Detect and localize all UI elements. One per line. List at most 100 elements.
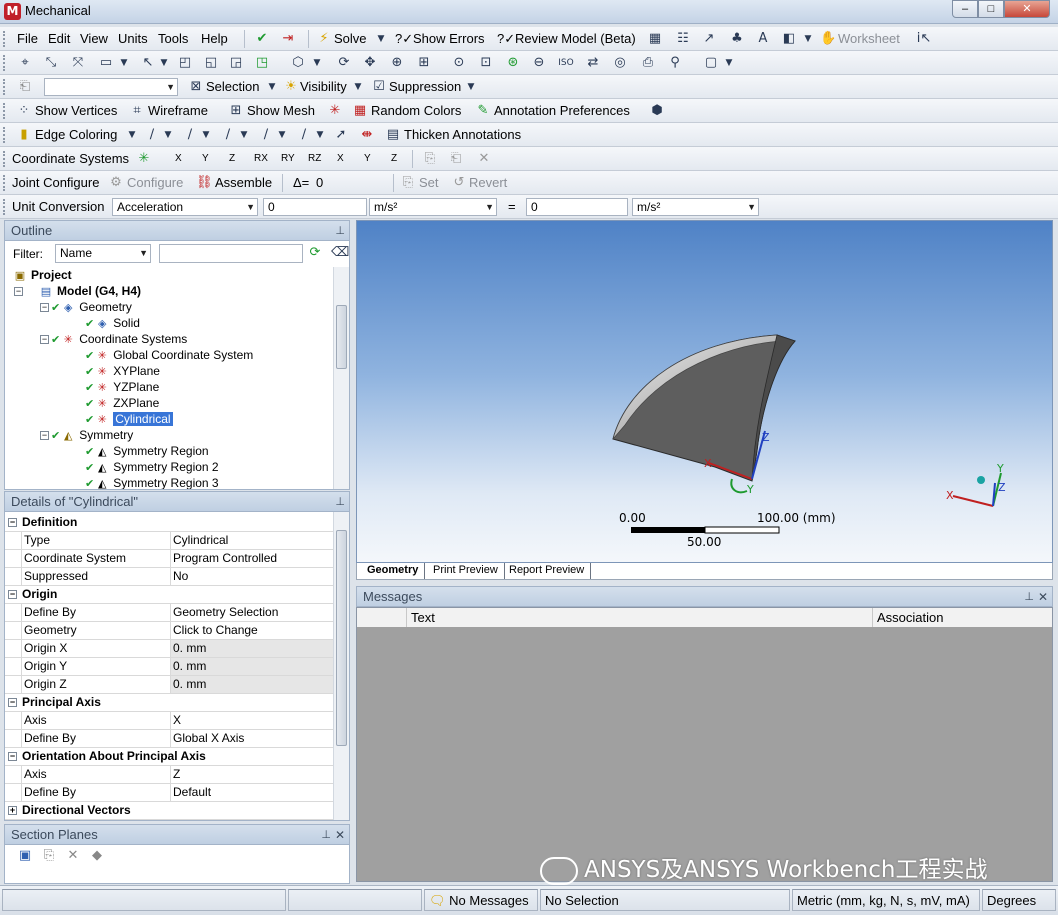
show-section-icon[interactable]: ◆ [89, 848, 105, 864]
status-messages[interactable]: 🗨 No Messages [424, 889, 538, 911]
zoom-box-icon[interactable]: ⊞ [416, 55, 432, 71]
select-mode-icon[interactable]: ▭ [98, 55, 114, 71]
select-mode-dropdown-icon[interactable]: ▼ [116, 55, 132, 71]
select-face-icon[interactable]: ◲ [228, 55, 244, 71]
cube-icon[interactable]: ⬢ [649, 103, 665, 119]
tree-yzplane[interactable]: ✔ ✳ YZPlane [85, 379, 159, 395]
select-vertex-icon[interactable]: ◰ [177, 55, 193, 71]
tree-geometry[interactable]: ✔ ◈ Geometry [51, 299, 132, 315]
column-text[interactable]: Text [411, 608, 435, 628]
tree-coordinate-systems[interactable]: ✔ ✳ Coordinate Systems [51, 331, 187, 347]
iso-view-icon[interactable]: ISO [558, 55, 574, 71]
delete-section-icon[interactable]: ✕ [65, 848, 81, 864]
update-icon[interactable]: ⇥ [280, 31, 296, 47]
value-in-input[interactable]: 0 [263, 198, 367, 216]
flip-z-button[interactable]: Z [391, 150, 397, 168]
zoom-to-fit-icon[interactable]: ⊙ [451, 55, 467, 71]
visibility-dropdown-icon[interactable]: ▼ [350, 79, 366, 95]
filter-search-input[interactable] [159, 244, 303, 263]
show-mesh-button[interactable]: Show Mesh [247, 102, 315, 120]
pin-icon[interactable]: ⊥ [1024, 588, 1034, 607]
menu-view[interactable]: View [80, 30, 108, 48]
select-body-icon[interactable]: ◳ [254, 55, 270, 71]
solve-button[interactable]: Solve [334, 30, 367, 48]
tag-icon[interactable]: ⚲ [667, 55, 683, 71]
figure-icon[interactable]: ♣ [729, 31, 745, 47]
pan-icon[interactable]: ✥ [362, 55, 378, 71]
worksheet-button[interactable]: Worksheet [838, 30, 900, 48]
previous-view-icon[interactable]: ⊖ [531, 55, 547, 71]
delta-value[interactable]: 0 [316, 174, 323, 192]
expand-model-icon[interactable]: − [14, 287, 23, 296]
visibility-menu[interactable]: Visibility [300, 78, 347, 96]
new-chart-icon[interactable]: ▦ [647, 31, 663, 47]
select-edge-icon[interactable]: ◱ [203, 55, 219, 71]
random-colors-button[interactable]: Random Colors [371, 102, 461, 120]
chart-icon[interactable]: ↗ [701, 31, 717, 47]
edge-display-1-dropdown-icon[interactable]: ▼ [160, 127, 176, 143]
pick-tangent-icon[interactable]: ⤡ [43, 55, 59, 71]
menu-tools[interactable]: Tools [158, 30, 188, 48]
details-scrollbar[interactable] [333, 512, 349, 820]
selection-menu[interactable]: Selection [206, 78, 259, 96]
tree-xyplane[interactable]: ✔ ✳ XYPlane [85, 363, 160, 379]
minimize-button[interactable]: – [952, 0, 978, 18]
value-out-input[interactable]: 0 [526, 198, 628, 216]
check-icon[interactable]: ✔ [254, 31, 270, 47]
close-icon[interactable]: ✕ [1038, 588, 1048, 607]
rotate-z-button[interactable]: RZ [308, 150, 321, 168]
suppression-menu[interactable]: Suppression [389, 78, 461, 96]
edge-display-2-dropdown-icon[interactable]: ▼ [198, 127, 214, 143]
details-row[interactable]: Suppressed No [5, 568, 333, 586]
context-help-icon[interactable]: i↖ [916, 31, 932, 47]
rotate-y-button[interactable]: RY [281, 150, 295, 168]
edge-display-4-icon[interactable]: ∕ [258, 127, 274, 143]
show-vertices-button[interactable]: Show Vertices [35, 102, 117, 120]
rotate-x-button[interactable]: RX [254, 150, 268, 168]
tree-zxplane[interactable]: ✔ ✳ ZXPlane [85, 395, 159, 411]
viewport-layout-icon[interactable]: ▢ [703, 55, 719, 71]
quantity-select[interactable]: Acceleration ▼ [112, 198, 258, 216]
close-icon[interactable]: ✕ [335, 826, 345, 845]
details-row[interactable]: Define By Default [5, 784, 333, 802]
refresh-icon[interactable]: ⟳ [307, 245, 323, 261]
details-row[interactable]: Define By Geometry Selection [5, 604, 333, 622]
pin-icon[interactable]: ⊥ [335, 222, 345, 241]
rotate-icon[interactable]: ⟳ [336, 55, 352, 71]
menu-help[interactable]: Help [201, 30, 228, 48]
tree-symmetry-region[interactable]: ✔ ◭ Symmetry Region [85, 443, 209, 459]
set-button[interactable]: Set [419, 174, 439, 192]
edge-display-3-icon[interactable]: ∕ [220, 127, 236, 143]
details-row[interactable]: Origin Y 0. mm [5, 658, 333, 676]
solve-icon[interactable]: ⚡ [316, 31, 332, 47]
pick-xyz-icon[interactable]: ⤧ [70, 55, 86, 71]
named-selection-dropdown[interactable]: ▼ [44, 78, 178, 96]
details-group-principal-axis[interactable]: − Principal Axis [5, 694, 333, 712]
unit-out-select[interactable]: m/s² ▼ [632, 198, 759, 216]
clear-filter-icon[interactable]: ⌫ [331, 245, 349, 261]
expand-symmetry-icon[interactable]: − [40, 431, 49, 440]
unit-in-select[interactable]: m/s² ▼ [369, 198, 497, 216]
tab-report-preview[interactable]: Report Preview [503, 563, 592, 579]
maximize-button[interactable]: □ [978, 0, 1004, 18]
comment-icon[interactable]: ☷ [675, 31, 691, 47]
tree-symmetry-region-2[interactable]: ✔ ◭ Symmetry Region 2 [85, 459, 219, 475]
extend-selection-icon[interactable]: ⬡ [290, 55, 306, 71]
selection-dropdown-icon[interactable]: ▼ [264, 79, 280, 95]
thick-edge-icon[interactable]: ➚ [333, 127, 349, 143]
suppression-dropdown-icon[interactable]: ▼ [463, 79, 479, 95]
status-angle[interactable]: Degrees [982, 889, 1056, 911]
details-row[interactable]: Define By Global X Axis [5, 730, 333, 748]
extend-dropdown-icon[interactable]: ▼ [309, 55, 325, 71]
status-units[interactable]: Metric (mm, kg, N, s, mV, mA) [792, 889, 980, 911]
expand-geometry-icon[interactable]: − [40, 303, 49, 312]
configure-button[interactable]: Configure [127, 174, 183, 192]
translate-z-button[interactable]: Z [229, 150, 235, 168]
column-association[interactable]: Association [877, 608, 943, 628]
details-row[interactable]: Type Cylindrical [5, 532, 333, 550]
edge-display-3-dropdown-icon[interactable]: ▼ [236, 127, 252, 143]
wireframe-button[interactable]: Wireframe [148, 102, 208, 120]
filter-select[interactable]: Name ▼ [55, 244, 151, 263]
close-button[interactable]: ✕ [1004, 0, 1050, 18]
details-group-directional-vectors[interactable]: + Directional Vectors [5, 802, 333, 820]
